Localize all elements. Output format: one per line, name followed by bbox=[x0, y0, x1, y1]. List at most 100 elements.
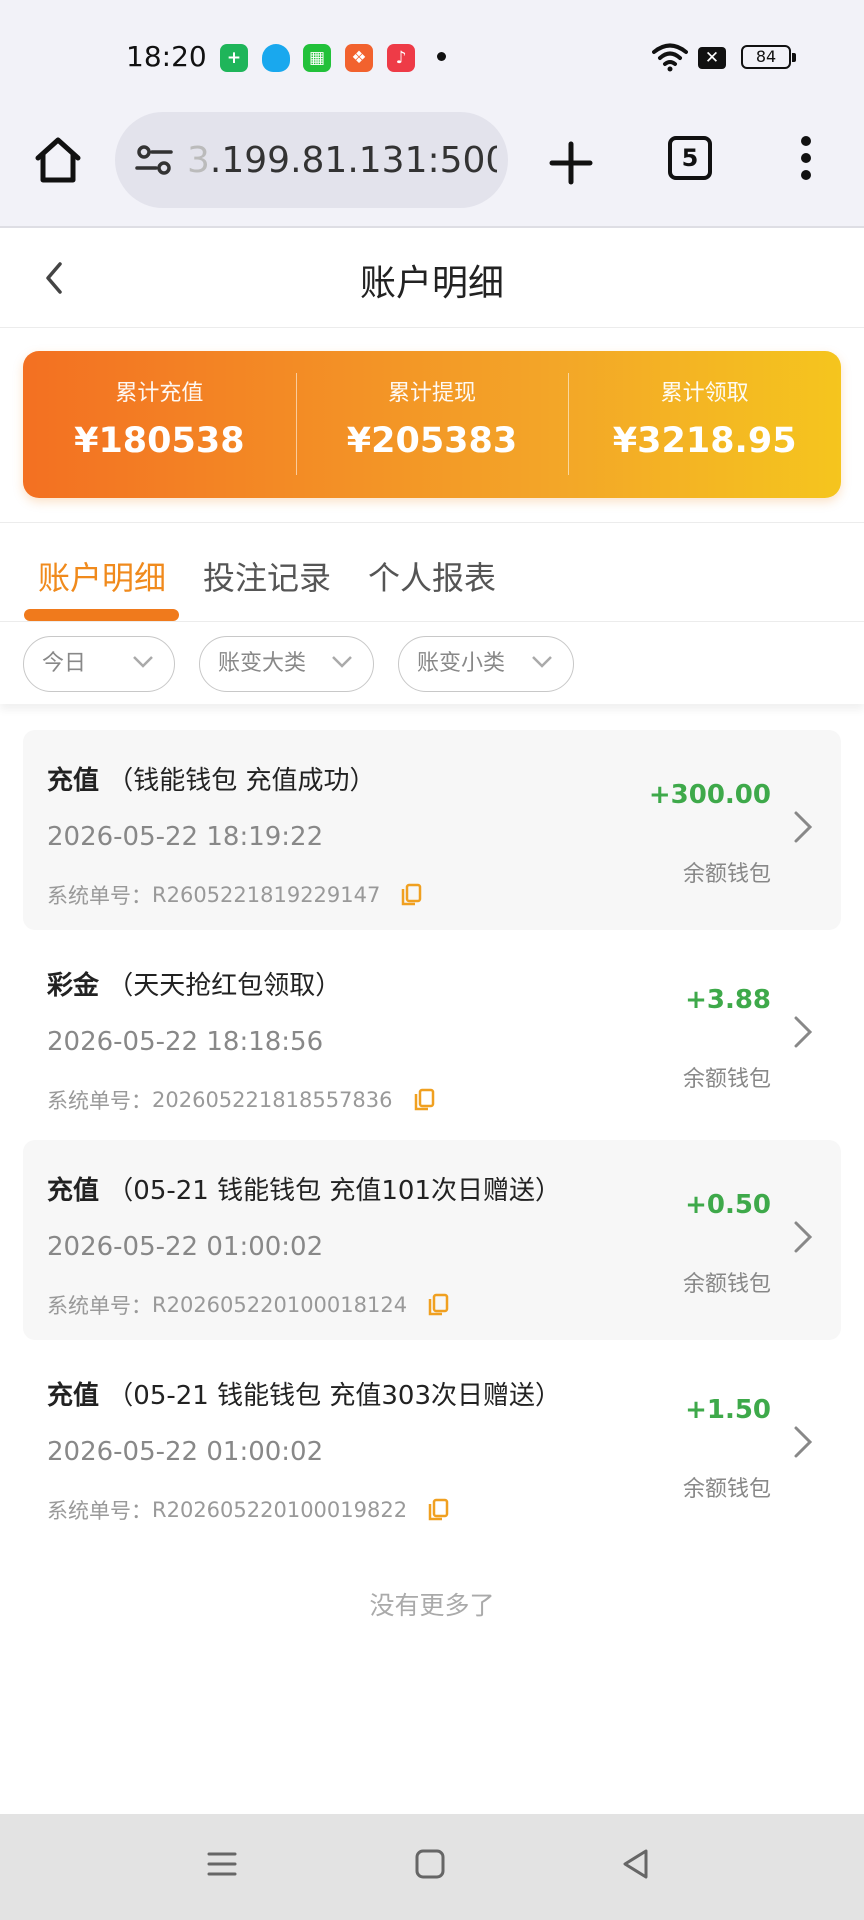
tab-account-details[interactable]: 账户明细 bbox=[38, 553, 166, 599]
chevron-down-icon bbox=[332, 656, 352, 668]
filter-label: 账变小类 bbox=[417, 651, 506, 676]
copy-icon[interactable] bbox=[427, 1498, 449, 1522]
data-off-icon: ✕ bbox=[698, 47, 726, 69]
chevron-right-icon[interactable] bbox=[793, 1015, 813, 1049]
summary-card: 累计充值 ¥180538 累计提现 ¥205383 累计领取 ¥3218.95 bbox=[23, 351, 841, 498]
transaction-date: 2026-05-22 01:00:02 bbox=[47, 1437, 324, 1467]
site-settings-icon[interactable] bbox=[135, 144, 173, 176]
transaction-order: 系统单号： 202605221818557836 bbox=[47, 1085, 435, 1115]
transaction-amount: +3.88 bbox=[685, 985, 771, 1015]
subcategory-filter-dropdown[interactable]: 账变小类 bbox=[398, 636, 574, 692]
transaction-order: 系统单号： R202605220100019822 bbox=[47, 1495, 449, 1525]
wallet-name: 余额钱包 bbox=[682, 1067, 771, 1092]
music-app-icon: ♪ bbox=[387, 44, 415, 72]
transaction-date: 2026-05-22 18:18:56 bbox=[47, 1027, 324, 1057]
summary-total-withdrawal: 累计提现 ¥205383 bbox=[295, 351, 569, 498]
chevron-right-icon[interactable] bbox=[793, 1220, 813, 1254]
tab-bar: 账户明细 投注记录 个人报表 bbox=[0, 522, 864, 622]
chevron-down-icon bbox=[532, 656, 552, 668]
filter-bar: 今日 账变大类 账变小类 bbox=[0, 622, 864, 704]
order-label: 系统单号： bbox=[47, 1089, 152, 1113]
transaction-type: 彩金 bbox=[47, 971, 100, 1001]
no-more-text: 没有更多了 bbox=[369, 1591, 495, 1620]
status-bar: 18:20 + ▦ ❖ ♪ ✕ 84 bbox=[0, 0, 864, 110]
transaction-item[interactable]: 充值 （钱能钱包 充值成功） 2026-05-22 18:19:22 系统单号：… bbox=[23, 730, 841, 930]
copy-icon[interactable] bbox=[400, 883, 422, 907]
qq-icon bbox=[262, 44, 290, 72]
summary-total-claimed: 累计领取 ¥3218.95 bbox=[568, 351, 841, 498]
summary-value: ¥3218.95 bbox=[612, 421, 797, 461]
transaction-title: 彩金 （天天抢红包领取） bbox=[47, 965, 341, 1002]
transaction-title: 充值 （05-21 钱能钱包 充值101次日赠送） bbox=[47, 1170, 561, 1207]
chevron-right-icon[interactable] bbox=[793, 1425, 813, 1459]
transaction-type: 充值 bbox=[47, 1176, 100, 1206]
notification-dot-icon bbox=[437, 52, 446, 61]
summary-label: 累计充值 bbox=[115, 381, 204, 406]
wifi-icon bbox=[652, 43, 688, 72]
url-address: .199.81.131:50023 bbox=[209, 140, 497, 181]
colorful-app-icon: ❖ bbox=[345, 44, 373, 72]
browser-toolbar: 3.199.81.131:50023 5 bbox=[0, 110, 864, 228]
transaction-title: 充值 （钱能钱包 充值成功） bbox=[47, 760, 376, 797]
url-text[interactable]: 3.199.81.131:50023 bbox=[187, 140, 497, 181]
green-grid-app-icon: ▦ bbox=[303, 44, 331, 72]
recent-apps-icon[interactable] bbox=[206, 1848, 238, 1880]
transaction-date: 2026-05-22 01:00:02 bbox=[47, 1232, 324, 1262]
chevron-down-icon bbox=[133, 656, 153, 668]
back-nav-icon[interactable] bbox=[620, 1848, 652, 1880]
chevron-right-icon[interactable] bbox=[793, 810, 813, 844]
transaction-item[interactable]: 充值 （05-21 钱能钱包 充值303次日赠送） 2026-05-22 01:… bbox=[23, 1345, 841, 1545]
order-label: 系统单号： bbox=[47, 884, 152, 908]
date-filter-dropdown[interactable]: 今日 bbox=[23, 636, 175, 692]
transaction-desc: （天天抢红包领取） bbox=[107, 971, 342, 1001]
order-number: R2605221819229147 bbox=[152, 883, 381, 907]
transaction-type: 充值 bbox=[47, 766, 100, 796]
order-number: R202605220100018124 bbox=[152, 1293, 408, 1317]
transaction-order: 系统单号： R202605220100018124 bbox=[47, 1290, 449, 1320]
order-number: 202605221818557836 bbox=[152, 1088, 393, 1112]
category-filter-dropdown[interactable]: 账变大类 bbox=[199, 636, 374, 692]
tab-personal-report[interactable]: 个人报表 bbox=[368, 553, 496, 599]
filter-label: 账变大类 bbox=[218, 651, 307, 676]
transaction-item[interactable]: 充值 （05-21 钱能钱包 充值101次日赠送） 2026-05-22 01:… bbox=[23, 1140, 841, 1340]
summary-value: ¥180538 bbox=[74, 421, 245, 461]
summary-total-deposit: 累计充值 ¥180538 bbox=[23, 351, 296, 498]
copy-icon[interactable] bbox=[413, 1088, 435, 1112]
wallet-name: 余额钱包 bbox=[682, 1272, 771, 1297]
transaction-amount: +300.00 bbox=[648, 780, 771, 810]
transaction-type: 充值 bbox=[47, 1381, 100, 1411]
status-time: 18:20 bbox=[126, 40, 207, 73]
battery-icon: 84 bbox=[741, 45, 796, 69]
new-tab-icon[interactable] bbox=[546, 138, 596, 188]
transaction-item[interactable]: 彩金 （天天抢红包领取） 2026-05-22 18:18:56 系统单号： 20… bbox=[23, 935, 841, 1135]
tab-bet-records[interactable]: 投注记录 bbox=[203, 553, 331, 599]
home-icon[interactable] bbox=[30, 132, 86, 188]
page-header: 账户明细 bbox=[0, 230, 864, 328]
transaction-title: 充值 （05-21 钱能钱包 充值303次日赠送） bbox=[47, 1375, 561, 1412]
transaction-date: 2026-05-22 18:19:22 bbox=[47, 822, 324, 852]
order-label: 系统单号： bbox=[47, 1499, 152, 1523]
summary-label: 累计提现 bbox=[388, 381, 477, 406]
wallet-name: 余额钱包 bbox=[682, 862, 771, 887]
system-nav-bar bbox=[0, 1814, 864, 1920]
tab-switcher-button[interactable]: 5 bbox=[668, 136, 712, 180]
browser-menu-icon[interactable] bbox=[796, 136, 816, 188]
green-plus-app-icon: + bbox=[220, 44, 248, 72]
transaction-amount: +1.50 bbox=[685, 1395, 771, 1425]
transaction-desc: （05-21 钱能钱包 充值101次日赠送） bbox=[107, 1176, 561, 1206]
page-title: 账户明细 bbox=[359, 263, 504, 304]
copy-icon[interactable] bbox=[427, 1293, 449, 1317]
transaction-desc: （钱能钱包 充值成功） bbox=[107, 766, 376, 796]
transaction-order: 系统单号： R2605221819229147 bbox=[47, 880, 422, 910]
wallet-name: 余额钱包 bbox=[682, 1477, 771, 1502]
transaction-amount: +0.50 bbox=[685, 1190, 771, 1220]
active-tab-indicator bbox=[24, 609, 179, 621]
filter-label: 今日 bbox=[42, 651, 87, 676]
home-nav-icon[interactable] bbox=[414, 1848, 446, 1880]
url-faded-prefix: 3 bbox=[187, 140, 210, 181]
order-number: R202605220100019822 bbox=[152, 1498, 408, 1522]
url-bar[interactable]: 3.199.81.131:50023 bbox=[115, 112, 508, 208]
transaction-desc: （05-21 钱能钱包 充值303次日赠送） bbox=[107, 1381, 561, 1411]
summary-label: 累计领取 bbox=[660, 381, 749, 406]
order-label: 系统单号： bbox=[47, 1294, 152, 1318]
